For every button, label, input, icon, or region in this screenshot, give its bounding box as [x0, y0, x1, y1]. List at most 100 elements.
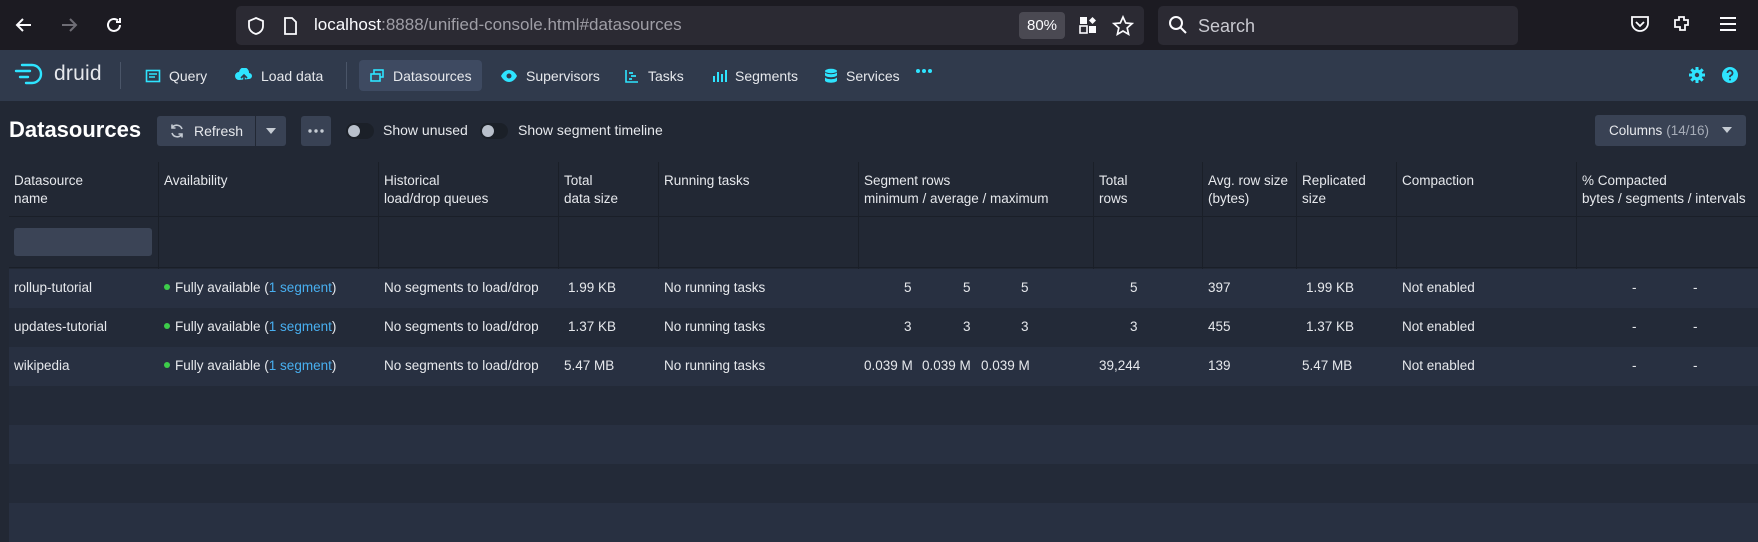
- nav-load-data[interactable]: Load data: [225, 60, 333, 91]
- cell-compaction[interactable]: Not enabled: [1402, 280, 1475, 295]
- cell-seg-avg: 3: [963, 319, 971, 334]
- cell-running-tasks[interactable]: No running tasks: [664, 319, 765, 334]
- cell-seg-max: 3: [1021, 319, 1029, 334]
- nav-services[interactable]: Services: [814, 60, 910, 91]
- cell-compacted-bytes: -: [1632, 319, 1637, 334]
- columns-button[interactable]: Columns (14/16): [1595, 115, 1746, 146]
- zoom-badge[interactable]: 80%: [1019, 12, 1065, 39]
- cell-compacted-bytes: -: [1632, 280, 1637, 295]
- cell-total-rows: 5: [1130, 280, 1138, 295]
- extensions-grid-icon[interactable]: [1078, 15, 1098, 35]
- gear-icon[interactable]: [1688, 66, 1706, 84]
- cell-seg-max: 5: [1021, 280, 1029, 295]
- nav-datasources[interactable]: Datasources: [359, 60, 482, 91]
- header-availability[interactable]: Availability: [164, 172, 228, 190]
- nav-segments[interactable]: Segments: [701, 60, 808, 91]
- header-line: name: [14, 191, 48, 206]
- more-nav-icon[interactable]: [915, 68, 933, 74]
- show-unused-toggle[interactable]: [346, 123, 374, 139]
- availability-text: Fully available (: [175, 280, 269, 295]
- tasks-icon: [624, 68, 640, 84]
- nav-label: Tasks: [648, 67, 684, 84]
- empty-row: [9, 386, 1758, 425]
- browser-search-bar[interactable]: Search: [1158, 6, 1518, 45]
- segment-link[interactable]: 1 segment: [269, 358, 332, 373]
- logo-text: druid: [54, 62, 102, 85]
- table-row[interactable]: updates-tutorial Fully available (1 segm…: [9, 308, 1758, 347]
- empty-row: [9, 503, 1758, 542]
- shield-icon[interactable]: [246, 16, 266, 36]
- forward-button[interactable]: [49, 5, 89, 45]
- header-total-rows[interactable]: Total rows: [1099, 172, 1128, 208]
- nav-label: Supervisors: [526, 67, 600, 84]
- header-line: size: [1302, 191, 1327, 206]
- caret-down-icon: [1722, 127, 1732, 133]
- header-segment-rows[interactable]: Segment rows minimum / average / maximum: [864, 172, 1049, 208]
- ellipsis-icon: [308, 129, 324, 133]
- help-icon[interactable]: [1721, 66, 1739, 84]
- show-timeline-toggle[interactable]: [480, 123, 508, 139]
- cell-compacted-segments: -: [1693, 280, 1698, 295]
- cell-total-rows: 39,244: [1099, 358, 1141, 373]
- pocket-icon[interactable]: [1629, 13, 1651, 35]
- druid-logo[interactable]: druid: [14, 62, 102, 86]
- toggle-knob: [348, 125, 360, 137]
- empty-row: [9, 464, 1758, 503]
- refresh-button[interactable]: Refresh: [157, 116, 255, 146]
- back-button[interactable]: [4, 5, 44, 45]
- datasources-table: Datasource name Availability Historical lo…: [9, 162, 1758, 542]
- segment-link[interactable]: 1 segment: [269, 280, 332, 295]
- nav-supervisors[interactable]: Supervisors: [490, 60, 610, 91]
- bookmark-star-icon[interactable]: [1112, 15, 1134, 37]
- cell-total-size: 1.99 KB: [568, 280, 617, 295]
- refresh-icon: [169, 123, 185, 139]
- header-line: Total: [1099, 173, 1128, 188]
- header-running-tasks[interactable]: Running tasks: [664, 172, 750, 190]
- cell-datasource-name[interactable]: wikipedia: [14, 358, 70, 373]
- cell-queues: No segments to load/drop: [384, 280, 539, 295]
- nav-tasks[interactable]: Tasks: [614, 60, 694, 91]
- columns-label: Columns: [1609, 123, 1663, 138]
- cell-datasource-name[interactable]: rollup-tutorial: [14, 280, 92, 295]
- cell-compaction[interactable]: Not enabled: [1402, 319, 1475, 334]
- page-icon[interactable]: [280, 16, 300, 36]
- columns-count: (14/16): [1666, 123, 1710, 138]
- cell-seg-avg: 0.039 M: [922, 358, 971, 373]
- more-actions-button[interactable]: [301, 116, 331, 146]
- header-line: Replicated: [1302, 173, 1366, 188]
- reload-button[interactable]: [94, 5, 134, 45]
- hamburger-menu-icon[interactable]: [1717, 13, 1739, 35]
- cell-compaction[interactable]: Not enabled: [1402, 358, 1475, 373]
- header-replicated-size[interactable]: Replicated size: [1302, 172, 1366, 208]
- nav-divider: [346, 62, 347, 89]
- extensions-puzzle-icon[interactable]: [1671, 13, 1693, 35]
- cell-seg-min: 3: [904, 319, 912, 334]
- cell-seg-avg: 5: [963, 280, 971, 295]
- datasources-icon: [369, 68, 385, 84]
- cell-replicated-size: 1.99 KB: [1306, 280, 1355, 295]
- header-total-data-size[interactable]: Total data size: [564, 172, 618, 208]
- refresh-dropdown-button[interactable]: [256, 116, 286, 146]
- url-text[interactable]: localhost:8888/unified-console.html#data…: [314, 15, 682, 35]
- cell-availability: Fully available (1 segment): [164, 358, 336, 373]
- header-datasource-name[interactable]: Datasource name: [14, 172, 83, 208]
- cell-avg-row-size: 455: [1208, 319, 1231, 334]
- cell-running-tasks[interactable]: No running tasks: [664, 280, 765, 295]
- address-bar[interactable]: localhost:8888/unified-console.html#data…: [236, 6, 1144, 45]
- header-percent-compacted[interactable]: % Compacted bytes / segments / intervals: [1582, 172, 1746, 208]
- cell-compacted-segments: -: [1693, 319, 1698, 334]
- header-avg-row-size[interactable]: Avg. row size (bytes): [1208, 172, 1288, 208]
- header-historical-queues[interactable]: Historical load/drop queues: [384, 172, 488, 208]
- cell-running-tasks[interactable]: No running tasks: [664, 358, 765, 373]
- header-line: (bytes): [1208, 191, 1250, 206]
- cell-avg-row-size: 139: [1208, 358, 1231, 373]
- header-compaction[interactable]: Compaction: [1402, 172, 1474, 190]
- cell-datasource-name[interactable]: updates-tutorial: [14, 319, 107, 334]
- nav-query[interactable]: Query: [135, 60, 217, 91]
- table-row[interactable]: rollup-tutorial Fully available (1 segme…: [9, 269, 1758, 308]
- table-row[interactable]: wikipedia Fully available (1 segment) No…: [9, 347, 1758, 386]
- segment-link[interactable]: 1 segment: [269, 319, 332, 334]
- datasource-filter-input[interactable]: [14, 228, 152, 256]
- cell-seg-min: 5: [904, 280, 912, 295]
- available-dot-icon: [164, 284, 170, 291]
